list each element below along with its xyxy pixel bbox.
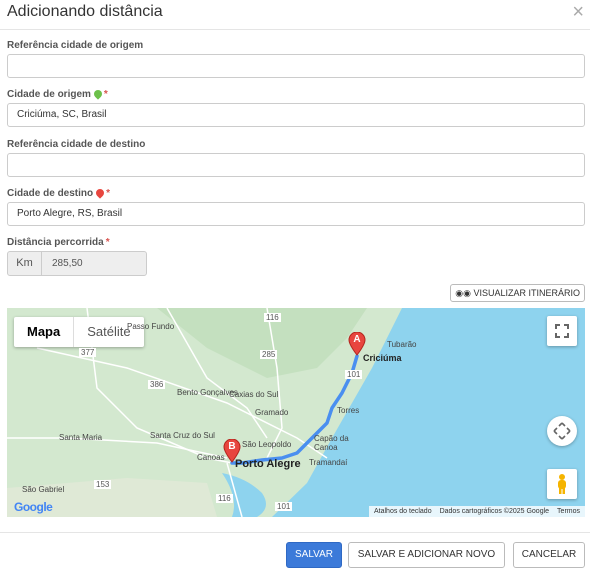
origin-city-label: Cidade de origem *: [7, 88, 108, 100]
city-label-bento: Bento Gonçalves: [177, 388, 238, 397]
view-itinerary-button[interactable]: ◉◉ VISUALIZAR ITINERÁRIO: [450, 284, 585, 302]
city-label-santa-maria: Santa Maria: [59, 433, 103, 442]
keyboard-shortcuts-link[interactable]: Atalhos do teclado: [374, 506, 432, 517]
binoculars-icon: ◉◉: [455, 288, 471, 298]
map-data-credit: Dados cartográficos ©2025 Google: [439, 508, 550, 515]
road-shield: 116: [216, 494, 233, 503]
city-label-canoas: Canoas: [197, 453, 225, 462]
distance-value: 285,50: [52, 258, 83, 269]
road-shield: 377: [79, 348, 97, 357]
road-shield: 386: [148, 380, 166, 389]
map-type-map-button[interactable]: Mapa: [14, 317, 75, 347]
destination-city-label: Cidade de destino *: [7, 187, 111, 199]
map-type-control: Mapa Satélite: [14, 317, 144, 347]
origin-marker[interactable]: A: [348, 331, 366, 356]
city-label-passo-fundo: Passo Fundo: [127, 322, 175, 331]
destination-reference-label: Referência cidade de destino: [7, 139, 146, 150]
close-icon[interactable]: ×: [572, 2, 584, 22]
cancel-button[interactable]: CANCELAR: [513, 542, 585, 568]
destination-city-input[interactable]: Porto Alegre, RS, Brasil: [7, 202, 585, 226]
dialog-title: Adicionando distância: [7, 3, 163, 20]
origin-reference-input[interactable]: [7, 54, 585, 78]
red-pin-icon: [94, 187, 106, 199]
map-attribution: Atalhos do teclado Dados cartográficos ©…: [368, 506, 585, 517]
destination-marker[interactable]: B: [223, 438, 241, 463]
terms-link[interactable]: Termos: [557, 506, 580, 517]
road-shield: 101: [275, 502, 293, 511]
street-view-pegman-icon[interactable]: [547, 469, 577, 499]
destination-marker-label: B: [228, 441, 236, 452]
dialog-header: Adicionando distância ×: [0, 0, 590, 30]
dialog-footer-divider: [0, 532, 590, 533]
city-label-sao-leopoldo: São Leopoldo: [242, 440, 292, 449]
origin-marker-label: A: [353, 334, 361, 345]
road-shield: 285: [260, 350, 278, 359]
city-label-santa-cruz: Santa Cruz do Sul: [150, 431, 215, 440]
origin-reference-label: Referência cidade de origem: [7, 40, 144, 51]
fullscreen-icon[interactable]: [547, 316, 577, 346]
map-pan-control-icon[interactable]: [547, 416, 577, 446]
road-shield: 116: [264, 313, 281, 322]
city-label-capao: Capão da Canoa: [314, 434, 349, 452]
road-shield: 101: [345, 370, 363, 379]
route-map[interactable]: Mapa Satélite Passo Fundo Caxias do Sul …: [7, 308, 585, 517]
distance-unit: Km: [8, 252, 42, 275]
city-label-criciuma: Criciúma: [363, 353, 402, 363]
city-label-porto-alegre: Porto Alegre: [235, 458, 301, 470]
distance-label: Distância percorrida *: [7, 237, 110, 248]
origin-city-input[interactable]: Criciúma, SC, Brasil: [7, 103, 585, 127]
green-pin-icon: [92, 88, 104, 100]
destination-reference-input[interactable]: [7, 153, 585, 177]
city-label-sao-gabriel: São Gabriel: [22, 485, 65, 494]
google-logo: Google: [14, 500, 53, 514]
distance-field: Km 285,50: [7, 251, 147, 276]
road-shield: 153: [94, 480, 112, 489]
city-label-tramandai: Tramandaí: [309, 458, 348, 467]
save-and-add-button[interactable]: SALVAR E ADICIONAR NOVO: [348, 542, 505, 568]
city-label-tubarao: Tubarão: [387, 340, 417, 349]
city-label-gramado: Gramado: [255, 408, 289, 417]
save-button[interactable]: SALVAR: [286, 542, 342, 568]
city-label-torres: Torres: [337, 406, 360, 415]
